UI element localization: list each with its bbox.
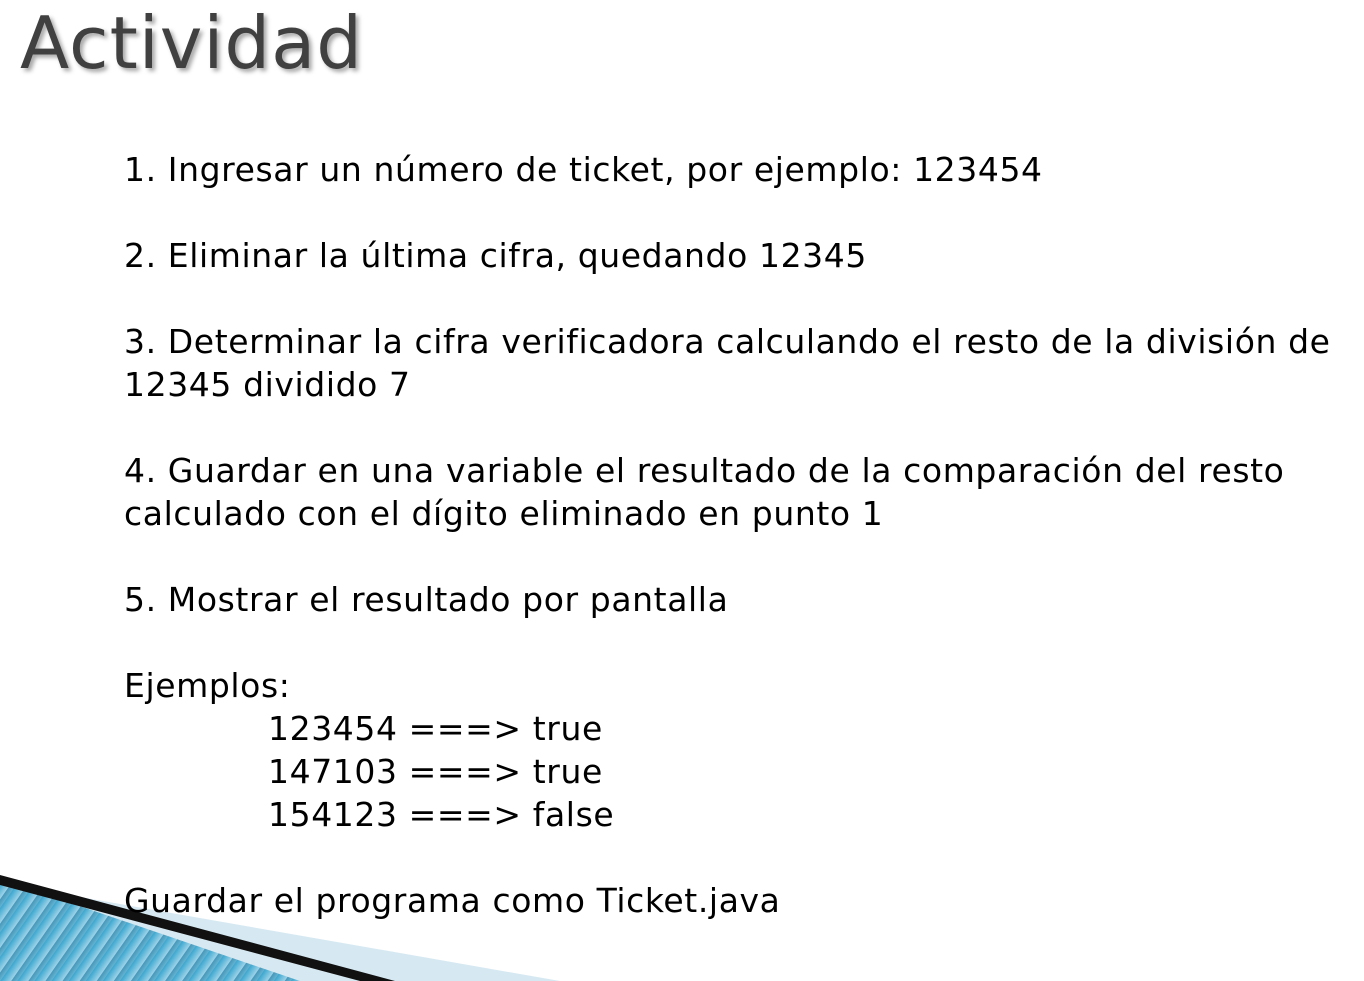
- step-4: 4. Guardar en una variable el resultado …: [124, 451, 1285, 533]
- example-item-2: 147103 ===> true: [268, 752, 603, 791]
- activity-content: 1. Ingresar un número de ticket, por eje…: [124, 148, 1356, 922]
- step-3: 3. Determinar la cifra verificadora calc…: [124, 322, 1331, 404]
- step-1: 1. Ingresar un número de ticket, por eje…: [124, 150, 1043, 189]
- examples-label: Ejemplos:: [124, 666, 291, 705]
- slide-title: Actividad: [20, 1, 363, 85]
- example-item-1: 123454 ===> true: [268, 709, 603, 748]
- example-item-3: 154123 ===> false: [268, 795, 615, 834]
- examples-list: 123454 ===> true 147103 ===> true 154123…: [268, 707, 1356, 836]
- step-2: 2. Eliminar la última cifra, quedando 12…: [124, 236, 867, 275]
- save-instruction: Guardar el programa como Ticket.java: [124, 881, 781, 920]
- step-5: 5. Mostrar el resultado por pantalla: [124, 580, 729, 619]
